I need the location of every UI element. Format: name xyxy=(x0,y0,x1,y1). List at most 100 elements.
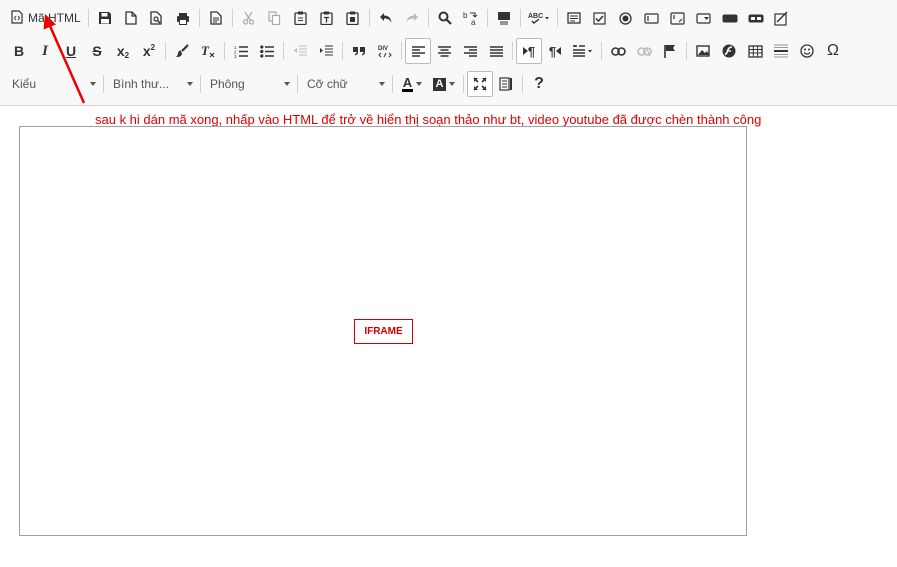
paste-word-icon xyxy=(346,11,359,25)
underline-glyph: U xyxy=(65,43,77,59)
styles-combo-label: Kiểu xyxy=(12,77,37,91)
styles-combo[interactable]: Kiểu xyxy=(6,72,100,96)
button-field-button[interactable] xyxy=(717,5,743,31)
cut-button[interactable] xyxy=(236,5,262,31)
form-icon xyxy=(567,12,581,24)
paste-text-button[interactable] xyxy=(314,5,340,31)
anchor-button[interactable] xyxy=(657,38,683,64)
indent-button[interactable] xyxy=(313,38,339,64)
svg-text:DIV: DIV xyxy=(378,46,388,52)
blockquote-button[interactable] xyxy=(346,38,372,64)
bg-color-button[interactable]: A xyxy=(428,71,460,97)
unlink-icon xyxy=(636,46,652,57)
remove-format-button[interactable]: T xyxy=(195,38,221,64)
align-left-button[interactable] xyxy=(405,38,431,64)
omega-icon: Ω xyxy=(827,42,839,59)
font-size-combo[interactable]: Cỡ chữ xyxy=(301,72,389,96)
show-blocks-button[interactable] xyxy=(493,71,519,97)
numbered-list-button[interactable]: 123 xyxy=(228,38,254,64)
table-icon xyxy=(747,44,763,58)
paste-text-icon xyxy=(320,11,333,25)
separator xyxy=(522,75,523,93)
bold-button[interactable]: B xyxy=(6,38,32,64)
source-html-button[interactable]: Mã HTML xyxy=(6,5,85,31)
redo-button[interactable] xyxy=(399,5,425,31)
bulleted-list-button[interactable] xyxy=(254,38,280,64)
form-button[interactable] xyxy=(561,5,587,31)
image-button-field-button[interactable] xyxy=(743,5,769,31)
smiley-button[interactable] xyxy=(794,38,820,64)
undo-button[interactable] xyxy=(373,5,399,31)
save-button[interactable] xyxy=(92,5,118,31)
checkbox-button[interactable] xyxy=(587,5,613,31)
copy-button[interactable] xyxy=(262,5,288,31)
outdent-button[interactable] xyxy=(287,38,313,64)
separator xyxy=(486,9,488,27)
italic-glyph: I xyxy=(42,42,48,59)
font-combo[interactable]: Phông xyxy=(204,72,294,96)
language-icon xyxy=(572,44,594,58)
align-center-button[interactable] xyxy=(431,38,457,64)
templates-button[interactable] xyxy=(203,5,229,31)
unlink-button[interactable] xyxy=(631,38,657,64)
button-field-icon xyxy=(722,14,738,23)
hidden-field-button[interactable] xyxy=(769,5,795,31)
format-combo[interactable]: Bình thư... xyxy=(107,72,197,96)
strike-button[interactable]: S xyxy=(84,38,110,64)
bulleted-list-icon xyxy=(260,44,274,58)
ltr-button[interactable]: ¶ xyxy=(516,38,542,64)
bg-color-icon: A xyxy=(433,77,446,91)
iframe-placeholder[interactable]: IFRAME xyxy=(354,319,413,344)
superscript-button[interactable]: x2 xyxy=(136,38,162,64)
link-button[interactable] xyxy=(605,38,631,64)
table-button[interactable] xyxy=(742,38,768,64)
paste-button[interactable] xyxy=(288,5,314,31)
strike-glyph: S xyxy=(92,43,102,59)
annotation-text: sau k hi dán mã xong, nhấp vào HTML để t… xyxy=(95,112,762,127)
underline-button[interactable]: U xyxy=(58,38,84,64)
find-button[interactable] xyxy=(432,5,458,31)
about-button[interactable]: ? xyxy=(526,71,552,97)
language-button[interactable] xyxy=(568,38,598,64)
preview-button[interactable] xyxy=(144,5,170,31)
separator xyxy=(283,42,284,60)
italic-button[interactable]: I xyxy=(32,38,58,64)
show-blocks-icon xyxy=(499,77,513,91)
horizontal-rule-button[interactable] xyxy=(768,38,794,64)
subscript-glyph: x xyxy=(116,43,125,59)
text-color-button[interactable]: A xyxy=(396,71,428,97)
horizontal-rule-icon xyxy=(774,44,788,58)
separator xyxy=(686,42,687,60)
subscript-button[interactable]: x2 xyxy=(110,38,136,64)
textfield-button[interactable] xyxy=(639,5,665,31)
radio-button[interactable] xyxy=(613,5,639,31)
align-right-button[interactable] xyxy=(457,38,483,64)
cut-icon xyxy=(242,11,255,25)
select-field-icon xyxy=(696,12,711,24)
replace-button[interactable]: ba xyxy=(458,5,484,31)
replace-icon: ba xyxy=(463,10,479,26)
special-char-button[interactable]: Ω xyxy=(820,38,846,64)
separator xyxy=(392,75,393,93)
create-div-button[interactable]: DIV xyxy=(372,38,398,64)
image-button[interactable] xyxy=(690,38,716,64)
paste-word-button[interactable] xyxy=(340,5,366,31)
spellcheck-button[interactable]: ABC xyxy=(524,5,554,31)
new-page-button[interactable] xyxy=(118,5,144,31)
copy-icon xyxy=(268,11,281,25)
maximize-button[interactable] xyxy=(467,71,493,97)
select-all-button[interactable] xyxy=(491,5,517,31)
textarea-button[interactable] xyxy=(665,5,691,31)
redo-icon xyxy=(405,12,419,24)
align-justify-button[interactable] xyxy=(483,38,509,64)
select-all-icon xyxy=(497,11,511,25)
select-field-button[interactable] xyxy=(691,5,717,31)
flash-button[interactable] xyxy=(716,38,742,64)
flash-icon xyxy=(722,44,736,58)
copy-format-button[interactable] xyxy=(169,38,195,64)
rtl-button[interactable]: ¶ xyxy=(542,38,568,64)
print-button[interactable] xyxy=(170,5,196,31)
ltr-glyph: ¶ xyxy=(527,43,536,59)
image-icon xyxy=(696,45,710,57)
font-combo-label: Phông xyxy=(210,77,245,91)
